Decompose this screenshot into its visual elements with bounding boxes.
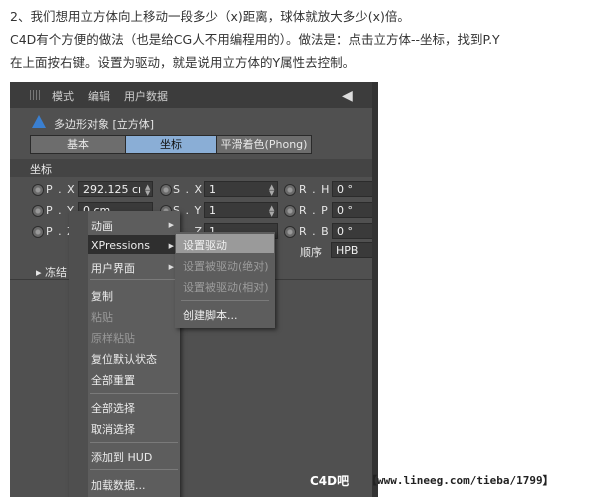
rh-value: 0 ° (337, 183, 353, 196)
menu-item-load-data[interactable]: 加载数据... (91, 477, 146, 493)
menu-gutter (69, 211, 88, 497)
menu-mode[interactable]: 模式 (52, 88, 74, 104)
sx-label: S . X (173, 183, 204, 196)
menu-item-copy[interactable]: 复制 (91, 288, 113, 304)
px-label: P . X (46, 183, 76, 196)
menu-item-deselect[interactable]: 取消选择 (91, 421, 135, 437)
order-value: HPB (336, 244, 359, 257)
grip-icon (30, 90, 42, 100)
freeze-group-toggle[interactable]: ▸ 冻结 (36, 264, 67, 280)
article-line-2: C4D有个方便的做法（也是给CG人不用编程用的）。做法是：点击立方体--坐标，找… (10, 32, 500, 47)
section-title: 坐标 (30, 163, 52, 176)
menu-separator (181, 300, 269, 301)
sy-field[interactable]: 1 (204, 202, 278, 218)
context-menu: 动画 ▶ XPressions ▶ 用户界面 ▶ 复制 粘贴 原样粘贴 复位默认… (69, 211, 180, 497)
menu-item-paste-as-is: 原样粘贴 (91, 332, 135, 345)
tab-basic[interactable]: 基本 (30, 135, 126, 154)
sx-field[interactable]: 1 (204, 181, 278, 197)
rp-label: R . P (299, 204, 329, 217)
article-line-3: 在上面按右键。设置为驱动，就是说用立方体的Y属性去控制。 (10, 55, 356, 70)
menu-item-user-interface[interactable]: 用户界面 (91, 260, 135, 276)
menu-item-reset-default[interactable]: 复位默认状态 (91, 351, 157, 367)
submenu-item-create-script[interactable]: 创建脚本... (183, 307, 238, 323)
watermark-url: 【www.lineeg.com/tieba/1799】 (366, 474, 554, 487)
rb-value: 0 ° (337, 225, 353, 238)
freeze-label: 冻结 (45, 266, 68, 279)
polygon-object-icon (32, 115, 46, 128)
px-field[interactable]: 292.125 cı (78, 181, 153, 197)
sx-anim-radio[interactable] (160, 184, 172, 196)
tab-phong[interactable]: 平滑着色(Phong) (216, 135, 312, 154)
order-select[interactable]: HPB (331, 242, 377, 258)
menu-item-xpressions[interactable]: XPressions (91, 239, 150, 252)
xpressions-submenu: 设置驱动 设置被驱动(绝对) 设置被驱动(相对) 创建脚本... (175, 232, 275, 328)
menu-item-paste: 粘贴 (91, 311, 113, 324)
menu-bar: 模式 编辑 用户数据 ◀ (10, 82, 378, 108)
pz-anim-radio[interactable] (32, 226, 44, 238)
submenu-arrow-icon: ▶ (168, 242, 174, 250)
article-line-1: 2、我们想用立方体向上移动一段多少（x)距离，球体就放大多少(x)倍。 (10, 9, 410, 24)
menu-edit[interactable]: 编辑 (88, 88, 110, 104)
rh-label: R . H (299, 183, 331, 196)
section-bar (10, 159, 378, 177)
object-title: 多边形对象 [立方体] (54, 118, 155, 131)
submenu-item-set-driven-relative: 设置被驱动(相对) (183, 281, 269, 294)
menu-item-select-all[interactable]: 全部选择 (91, 400, 135, 416)
rb-anim-radio[interactable] (284, 226, 296, 238)
menu-separator (90, 442, 178, 443)
menu-separator (90, 393, 178, 394)
submenu-arrow-icon: ▶ (168, 221, 174, 229)
sx-spinner-icon[interactable]: ▲ ▼ (269, 184, 274, 197)
sy-value: 1 (209, 204, 216, 217)
submenu-item-set-driver[interactable]: 设置驱动 (183, 237, 227, 253)
px-value: 292.125 cı (83, 183, 142, 196)
cursor-arrow-icon[interactable]: ◀ (342, 88, 353, 104)
menu-userdata[interactable]: 用户数据 (124, 88, 168, 104)
sy-spinner-icon[interactable]: ▲ ▼ (269, 205, 274, 218)
menu-separator (90, 469, 178, 470)
menu-separator (90, 279, 178, 280)
submenu-arrow-icon: ▶ (168, 263, 174, 271)
menu-item-add-to-hud[interactable]: 添加到 HUD (91, 449, 152, 465)
object-header: 多边形对象 [立方体] (10, 112, 378, 134)
menu-item-animation[interactable]: 动画 (91, 218, 113, 234)
order-label: 顺序 (300, 246, 322, 259)
rb-label: R . B (299, 225, 330, 238)
tab-coord[interactable]: 坐标 (125, 135, 217, 154)
submenu-item-set-driven-absolute: 设置被驱动(绝对) (183, 260, 269, 273)
px-spinner-icon[interactable]: ▲ ▼ (145, 184, 150, 197)
rp-value: 0 ° (337, 204, 353, 217)
rp-anim-radio[interactable] (284, 205, 296, 217)
c4d-attribute-manager-screenshot: 模式 编辑 用户数据 ◀ 多边形对象 [立方体] 基本 坐标 平滑着色(Phon… (10, 82, 378, 497)
px-anim-radio[interactable] (32, 184, 44, 196)
watermark-logo: C4D吧 (310, 474, 350, 488)
rh-anim-radio[interactable] (284, 184, 296, 196)
menu-item-reset-all[interactable]: 全部重置 (91, 372, 135, 388)
py-anim-radio[interactable] (32, 205, 44, 217)
panel-edge (372, 82, 378, 497)
sx-value: 1 (209, 183, 216, 196)
